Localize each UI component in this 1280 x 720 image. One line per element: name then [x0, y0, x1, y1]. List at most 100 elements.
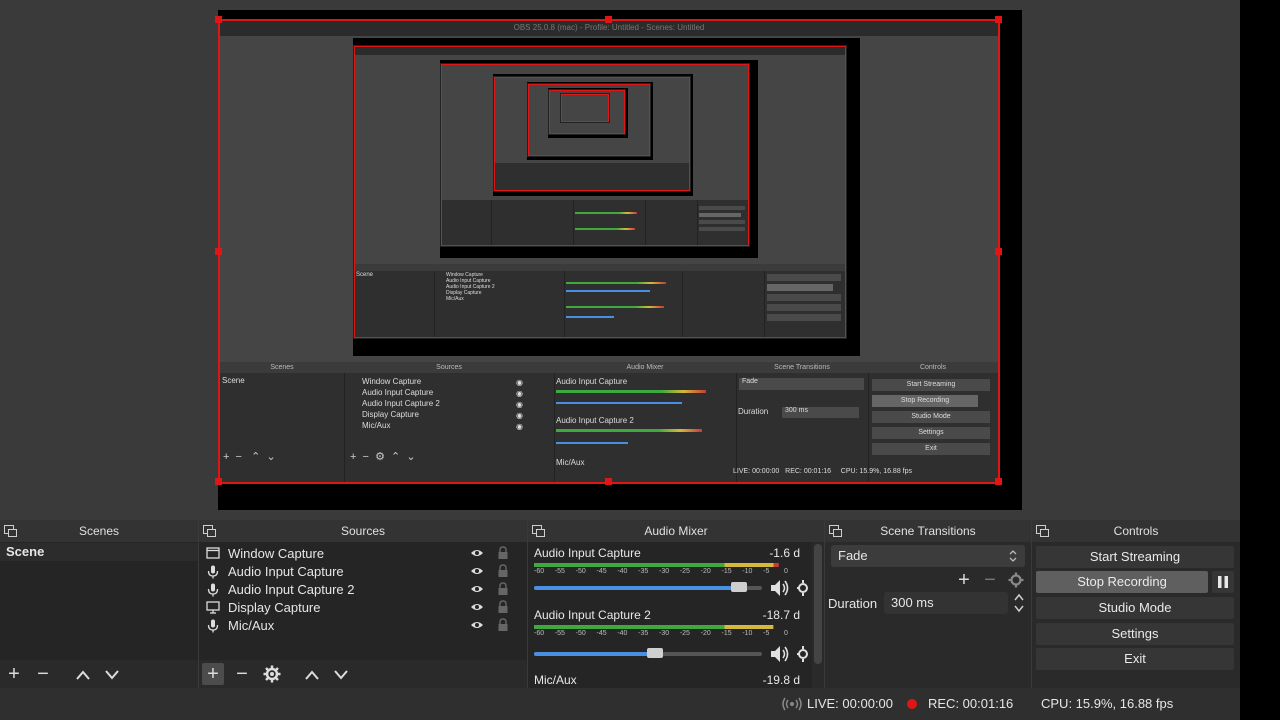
- exit-button[interactable]: Exit: [1036, 648, 1234, 670]
- pause-icon: [1218, 576, 1228, 588]
- eye-icon[interactable]: [470, 620, 484, 630]
- lock-icon[interactable]: [497, 546, 509, 560]
- mixer-channel-name: Audio Input Capture 2: [534, 608, 651, 622]
- resize-handle-tl[interactable]: [215, 16, 222, 23]
- source-item[interactable]: Mic/Aux: [199, 617, 527, 635]
- remove-transition-button[interactable]: −: [979, 569, 1001, 591]
- add-transition-button[interactable]: +: [953, 569, 975, 591]
- scenes-list[interactable]: Scene: [0, 542, 198, 660]
- transition-select[interactable]: Fade: [831, 545, 1025, 567]
- source-properties-button[interactable]: [261, 663, 283, 685]
- meter-tick-label: -50: [575, 630, 586, 637]
- recording-dot-icon: [907, 699, 917, 709]
- lock-icon[interactable]: [497, 600, 509, 614]
- meter-tick-label: -40: [617, 568, 628, 575]
- meter-tick-label: -15: [721, 568, 732, 575]
- spin-arrows-icon[interactable]: [1013, 592, 1025, 614]
- undock-icon[interactable]: [203, 525, 216, 537]
- remove-scene-button[interactable]: −: [32, 663, 54, 685]
- eye-icon[interactable]: [470, 584, 484, 594]
- move-scene-up-button[interactable]: [72, 663, 94, 685]
- chevron-down-icon: [105, 670, 119, 680]
- rec-timer: REC: 00:01:16: [928, 696, 1014, 711]
- resize-handle-br[interactable]: [995, 478, 1002, 485]
- resize-handle-bl[interactable]: [215, 478, 222, 485]
- duration-spinbox[interactable]: 300 ms: [884, 592, 1008, 614]
- resize-handle-ml[interactable]: [215, 248, 222, 255]
- undock-icon[interactable]: [1036, 525, 1049, 537]
- meter-tick-label: -20: [700, 630, 711, 637]
- speaker-icon[interactable]: [770, 645, 790, 663]
- lock-icon[interactable]: [497, 582, 509, 596]
- cpu-fps-readout: CPU: 15.9%, 16.88 fps: [1041, 696, 1174, 711]
- scene-item-label: Scene: [6, 544, 45, 559]
- right-edge-strip: [1240, 0, 1280, 720]
- start-streaming-button[interactable]: Start Streaming: [1036, 546, 1234, 568]
- monitor-icon: [205, 601, 221, 615]
- source-item[interactable]: Display Capture: [199, 599, 527, 617]
- source-item[interactable]: Audio Input Capture: [199, 563, 527, 581]
- volume-meter: [534, 625, 774, 629]
- scene-item[interactable]: Scene: [0, 543, 198, 561]
- transition-select-value: Fade: [838, 548, 868, 563]
- volume-slider-knob[interactable]: [646, 648, 663, 658]
- meter-tick-label: -30: [659, 568, 670, 575]
- meter-tick-label: -20: [700, 568, 711, 575]
- volume-slider-knob[interactable]: [731, 582, 748, 592]
- scenes-dock-title: Scenes: [78, 524, 120, 538]
- gear-icon[interactable]: [1008, 572, 1024, 588]
- source-item-label: Mic/Aux: [228, 618, 275, 633]
- volume-slider[interactable]: [534, 582, 762, 592]
- move-scene-down-button[interactable]: [101, 663, 123, 685]
- move-source-up-button[interactable]: [301, 663, 323, 685]
- meter-tick-label: -40: [617, 630, 628, 637]
- mixer-channel-name: Audio Input Capture: [534, 546, 641, 560]
- undock-icon[interactable]: [829, 525, 842, 537]
- mixer-channel-db: -18.7 d: [762, 608, 800, 622]
- scenes-dock-header: Scenes: [0, 520, 198, 542]
- undock-icon[interactable]: [532, 525, 545, 537]
- resize-handle-tr[interactable]: [995, 16, 1002, 23]
- eye-icon[interactable]: [470, 566, 484, 576]
- window-icon: [205, 547, 221, 561]
- stop-recording-button[interactable]: Stop Recording: [1036, 571, 1208, 593]
- controls-dock-title: Controls: [1113, 524, 1159, 538]
- studio-mode-button[interactable]: Studio Mode: [1036, 597, 1234, 619]
- meter-tick-label: -60: [534, 568, 545, 575]
- audio-mixer-dock-header: Audio Mixer: [528, 520, 824, 542]
- scenes-dock: Scenes Scene + −: [0, 520, 198, 688]
- sources-dock-header: Sources: [199, 520, 527, 542]
- resize-handle-mr[interactable]: [995, 248, 1002, 255]
- sources-list[interactable]: Window Capture Audio Input Capture Audio I…: [199, 542, 527, 660]
- gear-icon[interactable]: [796, 645, 810, 663]
- meter-tick-label: 0: [784, 630, 788, 637]
- volume-slider[interactable]: [534, 648, 762, 658]
- chevron-up-icon: [305, 670, 319, 680]
- mixer-scrollbar[interactable]: [814, 544, 822, 664]
- duration-label: Duration: [828, 596, 878, 611]
- settings-button[interactable]: Settings: [1036, 623, 1234, 645]
- move-source-down-button[interactable]: [330, 663, 352, 685]
- remove-source-button[interactable]: −: [231, 663, 253, 685]
- resize-handle-bc[interactable]: [605, 478, 612, 485]
- sources-toolbar: + −: [199, 660, 527, 688]
- mixer-channel-name: Mic/Aux: [534, 673, 577, 687]
- lock-icon[interactable]: [497, 618, 509, 632]
- pause-recording-button[interactable]: [1212, 571, 1234, 593]
- eye-icon[interactable]: [470, 602, 484, 612]
- eye-icon[interactable]: [470, 548, 484, 558]
- controls-dock: Controls Start Streaming Stop Recording …: [1032, 520, 1240, 688]
- undock-icon[interactable]: [4, 525, 17, 537]
- meter-tick-label: -25: [679, 630, 690, 637]
- meter-tick-label: -35: [638, 568, 649, 575]
- add-scene-button[interactable]: +: [3, 663, 25, 685]
- gear-icon[interactable]: [796, 579, 810, 597]
- add-source-button[interactable]: +: [202, 663, 224, 685]
- source-item[interactable]: Window Capture: [199, 545, 527, 563]
- source-selection-box[interactable]: [218, 19, 1000, 484]
- lock-icon[interactable]: [497, 564, 509, 578]
- speaker-icon[interactable]: [770, 579, 790, 597]
- resize-handle-tc[interactable]: [605, 16, 612, 23]
- source-item[interactable]: Audio Input Capture 2: [199, 581, 527, 599]
- meter-tick-label: -55: [554, 568, 565, 575]
